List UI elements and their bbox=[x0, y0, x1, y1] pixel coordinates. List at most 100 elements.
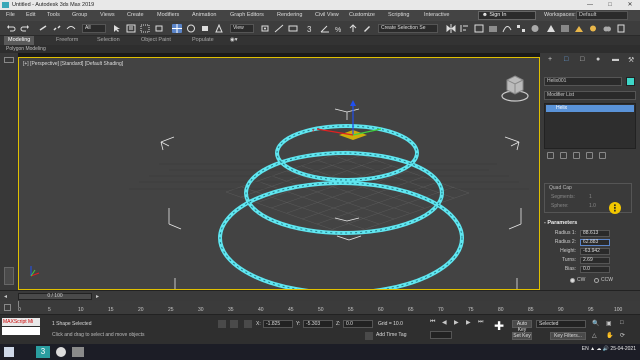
schematic-view-icon[interactable] bbox=[516, 24, 526, 33]
pivot-center-icon[interactable] bbox=[260, 24, 270, 33]
mini-curve-editor-icon[interactable] bbox=[4, 304, 11, 311]
sphere-value[interactable]: 1.0 bbox=[589, 203, 596, 209]
pin-stack-icon[interactable] bbox=[547, 152, 554, 159]
auto-key-button[interactable]: Auto Key bbox=[512, 320, 532, 333]
tab-modeling[interactable]: Modeling bbox=[4, 36, 35, 45]
menu-scripting[interactable]: Scripting bbox=[388, 10, 409, 21]
named-selection-edit-icon[interactable] bbox=[362, 24, 372, 33]
object-name-field[interactable]: Helix001 bbox=[544, 77, 622, 86]
segments-value[interactable]: 1 bbox=[589, 194, 592, 200]
menu-modifiers[interactable]: Modifiers bbox=[157, 10, 179, 21]
add-time-tag[interactable]: Add Time Tag bbox=[376, 332, 406, 338]
time-next-icon[interactable]: ▸ bbox=[96, 293, 99, 300]
go-to-end-icon[interactable]: ⏭ bbox=[478, 319, 483, 326]
z-coordinate-field[interactable]: 0.0 bbox=[343, 320, 373, 328]
key-filters-button[interactable]: Key Filters... bbox=[550, 332, 586, 340]
zoom-all-icon[interactable]: ▣ bbox=[606, 320, 612, 327]
zoom-icon[interactable]: 🔍 bbox=[592, 320, 599, 327]
menu-views[interactable]: Views bbox=[100, 10, 115, 21]
select-manipulate-icon[interactable] bbox=[274, 24, 284, 33]
window-crossing-icon[interactable] bbox=[154, 24, 164, 33]
a360-gallery-icon[interactable] bbox=[616, 24, 626, 33]
menu-file[interactable]: File bbox=[6, 10, 15, 21]
polygon-modeling-label[interactable]: Polygon Modeling bbox=[6, 45, 46, 53]
scene-explorer-icon[interactable] bbox=[474, 24, 484, 33]
select-and-rotate-icon[interactable] bbox=[186, 24, 196, 33]
perspective-viewport[interactable]: [+] [Perspective] [Standard] [Default Sh… bbox=[18, 57, 540, 290]
radius1-field[interactable]: 88.613 bbox=[580, 230, 610, 237]
menu-customize[interactable]: Customize bbox=[349, 10, 375, 21]
next-frame-icon[interactable]: ▶ bbox=[466, 319, 471, 326]
quad-cap-label[interactable]: Quad Cap bbox=[549, 185, 572, 191]
mirror-icon[interactable] bbox=[446, 24, 456, 33]
isolate-selection-icon[interactable] bbox=[218, 320, 226, 328]
spinner-snap-icon[interactable] bbox=[348, 24, 358, 33]
utilities-tab-icon[interactable]: ⚒ bbox=[628, 56, 634, 64]
play-icon[interactable]: ▶ bbox=[454, 319, 459, 326]
select-object-icon[interactable] bbox=[112, 24, 122, 33]
clock-date[interactable]: 25-04-2021 bbox=[610, 346, 636, 352]
curve-editor-icon[interactable] bbox=[502, 24, 512, 33]
3ds-max-taskbar-icon[interactable]: 3 bbox=[36, 346, 50, 358]
maxscript-listener[interactable]: MAXScript Mi bbox=[2, 318, 40, 326]
time-slider[interactable]: 0 / 100 bbox=[18, 293, 92, 300]
configure-modifier-sets-icon[interactable] bbox=[599, 152, 606, 159]
maximize-icon[interactable]: □ bbox=[600, 0, 620, 10]
select-and-place-icon[interactable] bbox=[214, 23, 224, 33]
motion-tab-icon[interactable]: ● bbox=[596, 56, 600, 63]
turns-field[interactable]: 2.69 bbox=[580, 257, 610, 264]
select-and-move-icon[interactable] bbox=[172, 24, 182, 33]
hierarchy-tab-icon[interactable]: □ bbox=[580, 56, 584, 63]
render-icon[interactable] bbox=[574, 24, 584, 33]
tab-populate[interactable]: Populate bbox=[192, 36, 214, 45]
align-icon[interactable] bbox=[460, 24, 470, 33]
radius2-field[interactable]: 62.883 bbox=[580, 239, 610, 246]
tab-object-paint[interactable]: Object Paint bbox=[141, 36, 171, 45]
modifier-list-dropdown[interactable]: Modifier List bbox=[544, 91, 636, 100]
menu-graph-editors[interactable]: Graph Editors bbox=[230, 10, 264, 21]
menu-civil-view[interactable]: Civil View bbox=[315, 10, 339, 21]
tray-icons[interactable]: ▲ ☁ 🔊 bbox=[590, 346, 610, 352]
selection-filter-dropdown[interactable]: All bbox=[82, 24, 106, 33]
pan-icon[interactable]: ✋ bbox=[606, 332, 613, 339]
named-selection-sets-dropdown[interactable]: Create Selection Se bbox=[378, 24, 438, 33]
windows-start-icon[interactable] bbox=[4, 347, 14, 357]
sign-in-button[interactable]: ☻ Sign In bbox=[478, 11, 536, 20]
remove-modifier-icon[interactable] bbox=[586, 152, 593, 159]
select-and-scale-icon[interactable] bbox=[200, 24, 210, 33]
keyboard-shortcut-icon[interactable] bbox=[288, 24, 298, 33]
layer-explorer-icon[interactable] bbox=[488, 24, 498, 33]
parameters-rollout-title[interactable]: - Parameters bbox=[544, 220, 577, 226]
time-prev-icon[interactable]: ◂ bbox=[4, 293, 7, 300]
current-frame-field[interactable] bbox=[430, 331, 452, 339]
object-color-swatch[interactable] bbox=[626, 77, 635, 86]
create-tab-icon[interactable]: + bbox=[548, 56, 552, 63]
cw-radio[interactable] bbox=[570, 278, 575, 283]
selection-lock-icon[interactable] bbox=[230, 320, 238, 328]
stack-item-helix[interactable]: Helix bbox=[546, 105, 634, 112]
app-taskbar-icon[interactable] bbox=[56, 347, 66, 357]
link-icon[interactable] bbox=[38, 24, 48, 33]
app2-taskbar-icon[interactable] bbox=[72, 347, 84, 357]
height-field[interactable]: -63.942 bbox=[580, 248, 610, 255]
x-coordinate-field[interactable]: -1.825 bbox=[263, 320, 293, 328]
show-end-result-icon[interactable] bbox=[560, 152, 567, 159]
viewport-layout-tab-icon[interactable] bbox=[4, 267, 14, 285]
move-gizmo[interactable]: x bbox=[312, 100, 382, 140]
tab-selection[interactable]: Selection bbox=[97, 36, 120, 45]
tab-freeform[interactable]: Freeform bbox=[56, 36, 78, 45]
render-production-icon[interactable] bbox=[588, 24, 598, 33]
reference-coordinate-dropdown[interactable]: View bbox=[230, 24, 254, 33]
undo-icon[interactable] bbox=[6, 24, 16, 33]
render-setup-icon[interactable] bbox=[546, 24, 556, 33]
angle-snap-icon[interactable] bbox=[320, 24, 330, 33]
redo-icon[interactable] bbox=[20, 24, 30, 33]
menu-animation[interactable]: Animation bbox=[192, 10, 216, 21]
percent-snap-icon[interactable]: % bbox=[334, 24, 344, 34]
set-key-button[interactable]: Set Key bbox=[512, 332, 532, 340]
set-key-plus-icon[interactable]: ✚ bbox=[494, 319, 508, 333]
menu-rendering[interactable]: Rendering bbox=[277, 10, 302, 21]
minimize-icon[interactable]: — bbox=[580, 0, 600, 10]
menu-edit[interactable]: Edit bbox=[26, 10, 35, 21]
rendered-frame-window-icon[interactable] bbox=[560, 24, 570, 33]
